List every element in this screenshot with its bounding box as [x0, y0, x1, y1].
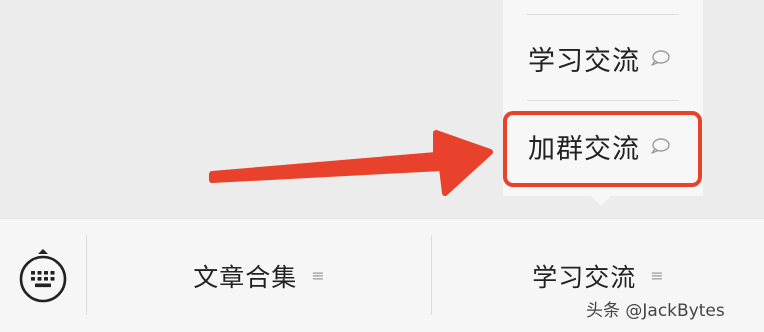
highlight-box	[503, 111, 702, 187]
keyboard-icon	[19, 248, 67, 302]
menu-tab-articles[interactable]: 文章合集 ≡	[87, 219, 431, 332]
watermark-text: 头条 @JackBytes	[586, 301, 725, 321]
submenu-caret	[591, 196, 611, 206]
submenu-divider	[527, 100, 679, 101]
menu-lines-icon: ≡	[311, 266, 325, 285]
submenu-item-label: 学习交流	[528, 45, 640, 77]
chat-bubble-icon	[650, 49, 670, 67]
menu-tab-label: 文章合集	[193, 262, 298, 292]
keyboard-toggle-button[interactable]	[0, 219, 86, 332]
menu-lines-icon: ≡	[650, 266, 664, 285]
submenu-item-study-exchange[interactable]: 学习交流	[503, 16, 703, 100]
menu-tab-label: 学习交流	[532, 262, 637, 292]
submenu-divider	[527, 14, 679, 15]
